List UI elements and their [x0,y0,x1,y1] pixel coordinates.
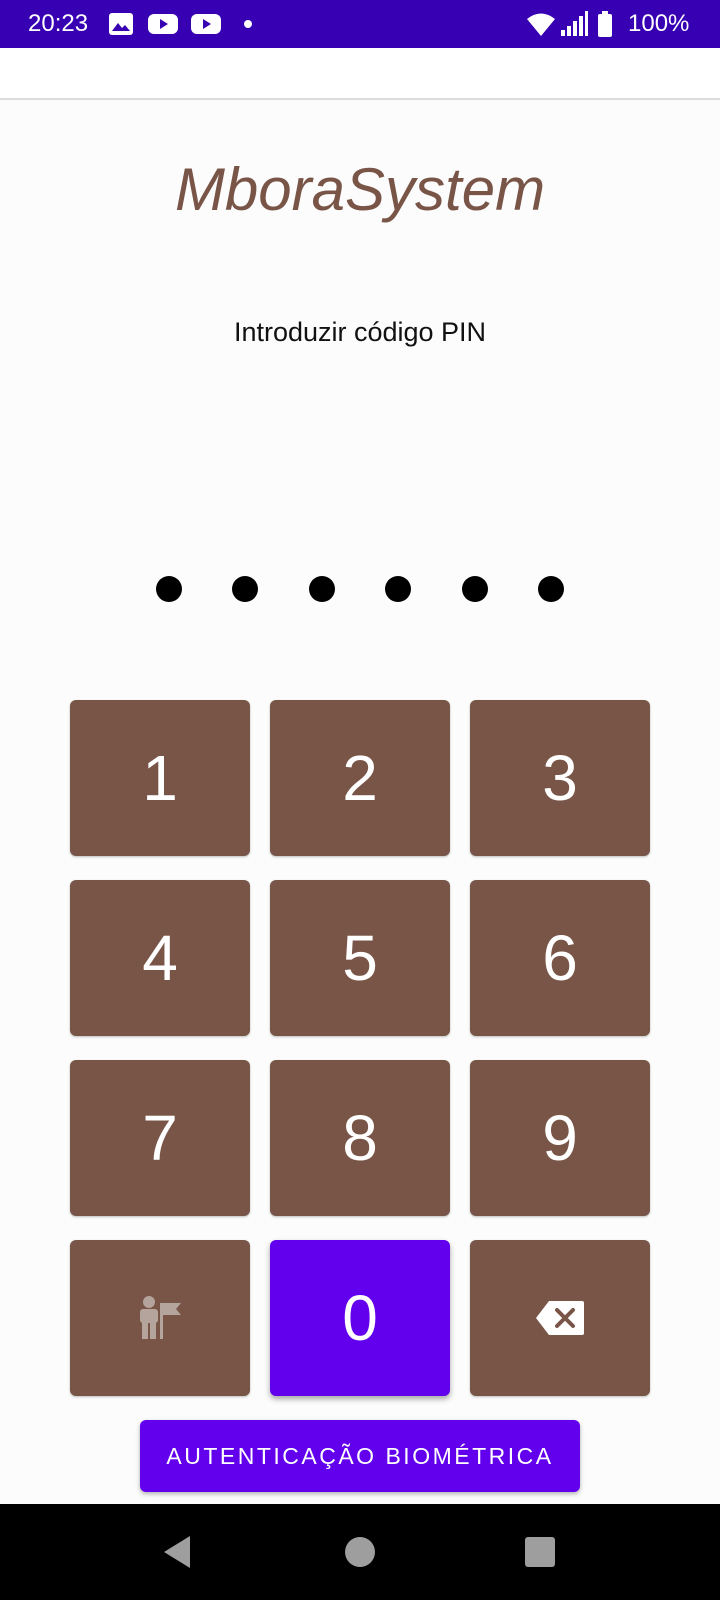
app-bar [0,48,720,100]
signal-icon [561,11,588,36]
wifi-icon [527,13,555,36]
navigation-bar [0,1504,720,1600]
key-0[interactable]: 0 [270,1240,450,1396]
youtube-icon [191,14,221,34]
battery-percentage: 100% [628,10,690,37]
recents-icon[interactable] [520,1532,560,1572]
pin-dot [309,576,335,602]
home-icon[interactable] [340,1532,380,1572]
key-1[interactable]: 1 [70,700,250,856]
pin-dot [232,576,258,602]
key-3[interactable]: 3 [470,700,650,856]
pin-dot [156,576,182,602]
pin-screen: 20:23 100% MboraSystem Introduzir código… [0,0,720,1600]
key-6[interactable]: 6 [470,880,650,1036]
pin-dot [462,576,488,602]
key-2[interactable]: 2 [270,700,450,856]
backspace-icon [536,1301,584,1335]
pin-prompt: Introduzir código PIN [233,317,487,347]
key-5[interactable]: 5 [270,880,450,1036]
notification-dot-icon [244,20,252,28]
key-8[interactable]: 8 [270,1060,450,1216]
youtube-icon [148,14,178,34]
app-title: MboraSystem [174,156,546,223]
key-4[interactable]: 4 [70,880,250,1036]
guide-flag-icon [140,1296,181,1339]
pin-dot [538,576,564,602]
key-7[interactable]: 7 [70,1060,250,1216]
pin-indicator [0,576,720,602]
back-icon[interactable] [158,1532,198,1572]
image-icon [109,13,133,35]
guide-button[interactable] [70,1240,250,1396]
backspace-button[interactable] [470,1240,650,1396]
status-bar: 20:23 100% [0,0,720,48]
battery-icon [598,11,612,37]
key-9[interactable]: 9 [470,1060,650,1216]
status-time: 20:23 [28,10,89,37]
pin-dot [385,576,411,602]
biometric-auth-button[interactable]: AUTENTICAÇÃO BIOMÉTRICA [140,1420,580,1492]
